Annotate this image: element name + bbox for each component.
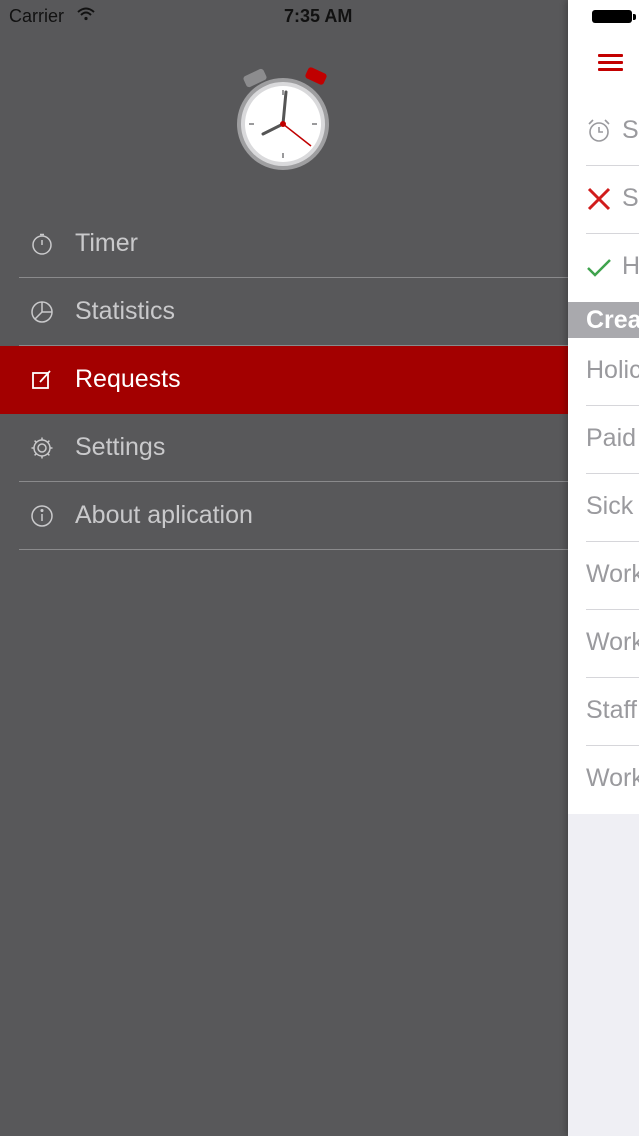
list-item-label: Work [586,764,639,792]
request-type-list: Holic Paid Sick Work Work Staff Work [568,338,639,814]
section-header: Crea [568,302,639,338]
checkmark-icon [586,254,612,280]
drawer-menu: Timer Statistics Requests Settings About… [0,210,568,550]
list-item[interactable]: Staff [568,678,639,746]
navigation-drawer: Timer Statistics Requests Settings About… [0,0,568,1136]
list-item-label: Paid [586,424,637,452]
pie-chart-icon [30,300,54,324]
alarm-clock-icon [586,118,612,144]
info-icon [30,504,54,528]
list-item[interactable]: Work [568,542,639,610]
menu-item-statistics[interactable]: Statistics [0,278,568,346]
menu-item-requests[interactable]: Requests [0,346,568,414]
list-item-label: Work [586,628,639,656]
list-item-label: Holic [586,356,639,384]
list-item[interactable]: Work [568,746,639,814]
close-icon [586,186,612,212]
menu-item-label: About aplication [75,501,253,529]
edit-icon [30,368,54,392]
panel-header-area: S S H [568,0,639,302]
battery-icon [592,10,636,23]
stopwatch-logo [228,66,338,176]
status-time: 7:35 AM [284,6,353,26]
menu-item-label: Settings [75,433,166,461]
filter-row-label: H [622,252,639,280]
list-item[interactable]: Sick [568,474,639,542]
filter-row-approved[interactable]: H [568,234,639,302]
carrier-label: Carrier [9,6,65,26]
menu-item-about[interactable]: About aplication [0,482,568,550]
hamburger-menu-icon[interactable] [598,54,623,72]
main-content-panel[interactable]: S S H Crea Holic Paid Sick Work Work Sta… [568,0,639,1136]
menu-item-timer[interactable]: Timer [0,210,568,278]
divider [19,549,568,550]
list-item-label: Sick [586,492,634,520]
list-item[interactable]: Work [568,610,639,678]
filter-row-rejected[interactable]: S [568,166,639,234]
list-item-label: Staff [586,696,637,724]
menu-item-settings[interactable]: Settings [0,414,568,482]
filter-row-label: S [622,184,639,212]
list-item[interactable]: Holic [568,338,639,406]
filter-row-pending[interactable]: S [568,98,639,166]
status-bar: Carrier 7:35 AM [0,0,639,34]
menu-item-label: Timer [75,229,138,257]
list-item[interactable]: Paid [568,406,639,474]
filter-row-label: S [622,116,639,144]
menu-item-label: Requests [75,365,181,393]
menu-item-label: Statistics [75,297,176,325]
list-item-label: Work [586,560,639,588]
gear-icon [30,436,54,460]
stopwatch-icon [30,232,54,256]
wifi-icon [76,6,96,27]
